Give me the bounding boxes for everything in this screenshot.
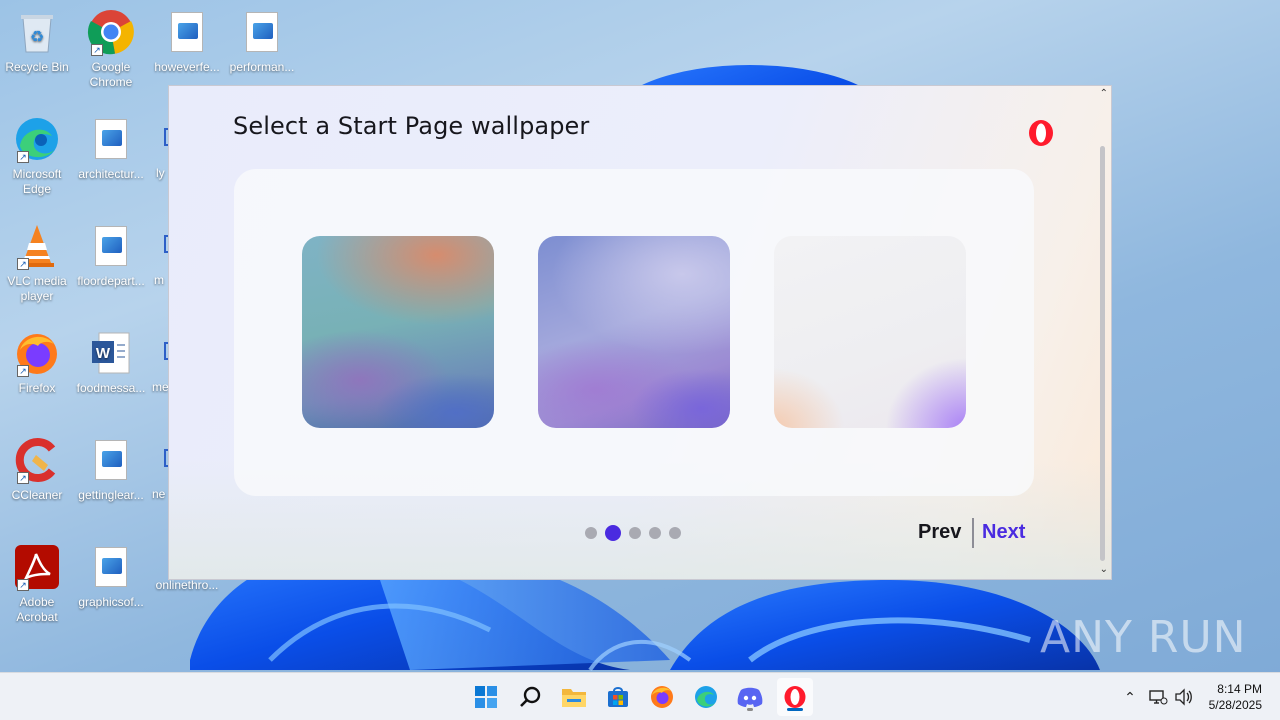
acrobat-icon: ↗ (13, 543, 61, 591)
desktop-icon-file[interactable]: architectur... (74, 115, 148, 182)
desktop-icon-label: foodmessa... (76, 381, 146, 395)
desktop-icon-label: howeverfe... (154, 60, 220, 74)
image-file-icon (238, 8, 286, 56)
desktop-icon-chrome[interactable]: ↗ Google Chrome (74, 8, 148, 90)
partial-label: m (154, 273, 164, 287)
anyrun-watermark: ANY RUN (1040, 612, 1247, 663)
desktop-icon-file[interactable]: howeverfe... (150, 8, 224, 75)
volume-icon[interactable] (1174, 688, 1194, 706)
edge-icon[interactable] (690, 681, 722, 713)
partial-label: ne (152, 487, 166, 501)
image-file-icon (87, 543, 135, 591)
desktop-icon-file[interactable]: performan... (225, 8, 299, 75)
desktop-icon-firefox[interactable]: ↗ Firefox (0, 329, 74, 396)
desktop-icon-vlc[interactable]: ↗ VLC media player (0, 222, 74, 304)
wallpaper-option-2[interactable] (538, 236, 730, 428)
desktop-icon-label: gettinglear... (78, 488, 144, 502)
image-file-icon (87, 436, 135, 484)
dialog-title: Select a Start Page wallpaper (233, 112, 590, 140)
desktop-icon-label: Recycle Bin (5, 60, 69, 74)
desktop-icon-label: Google Chrome (89, 60, 133, 89)
next-button[interactable]: Next (982, 521, 1025, 544)
desktop-icon-label: Microsoft Edge (12, 167, 62, 196)
taskbar: ⌃ 8:14 PM 5/28/2025 (0, 672, 1280, 720)
pagination-dot-2[interactable] (605, 525, 621, 541)
store-icon[interactable] (602, 681, 634, 713)
wallpaper-option-3[interactable] (774, 236, 966, 428)
wallpaper-panel (234, 169, 1034, 496)
firefox-icon[interactable] (646, 681, 678, 713)
system-tray: ⌃ (1120, 673, 1194, 720)
desktop-icon-file[interactable]: onlinethro... (150, 578, 224, 593)
desktop-icon-label: performan... (229, 60, 295, 74)
nav-divider (972, 518, 974, 548)
wallpaper-option-1[interactable] (302, 236, 494, 428)
firefox-icon: ↗ (13, 329, 61, 377)
show-hidden-icons-chevron-icon[interactable]: ⌃ (1120, 689, 1140, 706)
clock-time: 8:14 PM (1217, 682, 1262, 696)
image-file-icon (87, 115, 135, 163)
desktop-icon-label: CCleaner (11, 488, 63, 502)
app-running-indicator (747, 708, 753, 711)
desktop-icon-acrobat[interactable]: ↗ Adobe Acrobat (0, 543, 74, 625)
desktop-icon-label: floordepart... (77, 274, 145, 288)
desktop-icon-file[interactable]: gettinglear... (74, 436, 148, 503)
desktop-icon-file[interactable]: graphicsof... (74, 543, 148, 610)
network-icon[interactable] (1148, 688, 1168, 706)
scroll-thumb[interactable] (1100, 146, 1105, 561)
chrome-icon: ↗ (87, 8, 135, 56)
desktop-icon-label: architectur... (78, 167, 144, 181)
ccleaner-icon: ↗ (13, 436, 61, 484)
pagination-dots (585, 525, 681, 541)
partial-label: ly (156, 166, 165, 180)
dialog-scrollbar[interactable]: ⌃ ⌄ (1094, 86, 1111, 579)
desktop-icon-edge[interactable]: ↗ Microsoft Edge (0, 115, 74, 197)
desktop-icon-label: Firefox (18, 381, 56, 395)
discord-icon[interactable] (734, 681, 766, 713)
pagination-dot-4[interactable] (649, 527, 661, 539)
app-active-indicator (787, 708, 803, 711)
scroll-down-icon[interactable]: ⌄ (1100, 564, 1108, 575)
recycle-bin-icon: ♻ (13, 8, 61, 56)
desktop-icon-word-doc[interactable]: W foodmessa... (74, 329, 148, 396)
pagination-dot-5[interactable] (669, 527, 681, 539)
edge-icon: ↗ (13, 115, 61, 163)
desktop-icon-label: Adobe Acrobat (16, 595, 58, 624)
opera-logo-icon (1029, 120, 1053, 146)
desktop-icon-file[interactable]: floordepart... (74, 222, 148, 289)
desktop-icon-ccleaner[interactable]: ↗ CCleaner (0, 436, 74, 503)
desktop-icon-label: graphicsof... (78, 595, 144, 609)
pagination-dot-3[interactable] (629, 527, 641, 539)
clock-date: 5/28/2025 (1208, 698, 1262, 712)
watermark-text: ANY RUN (1040, 612, 1247, 663)
pagination-dot-1[interactable] (585, 527, 597, 539)
taskbar-clock[interactable]: 8:14 PM 5/28/2025 (1209, 681, 1262, 713)
desktop-icon-recycle-bin[interactable]: ♻ Recycle Bin (0, 8, 74, 75)
desktop-icon-label: onlinethro... (155, 578, 219, 592)
prev-button[interactable]: Prev (918, 521, 961, 544)
partial-label: me (152, 380, 169, 394)
file-explorer-icon[interactable] (558, 681, 590, 713)
image-file-icon (87, 222, 135, 270)
svg-text:W: W (96, 345, 111, 362)
opera-icon[interactable] (779, 681, 811, 713)
search-icon[interactable] (514, 681, 546, 713)
image-file-icon (163, 8, 211, 56)
word-doc-icon: W (87, 329, 135, 377)
vlc-icon: ↗ (13, 222, 61, 270)
scroll-up-icon[interactable]: ⌃ (1100, 88, 1108, 99)
start-icon[interactable] (470, 681, 502, 713)
svg-text:♻: ♻ (30, 29, 44, 46)
opera-wallpaper-dialog: Select a Start Page wallpaper Prev Next … (168, 85, 1112, 580)
desktop-icon-label: VLC media player (7, 274, 67, 303)
